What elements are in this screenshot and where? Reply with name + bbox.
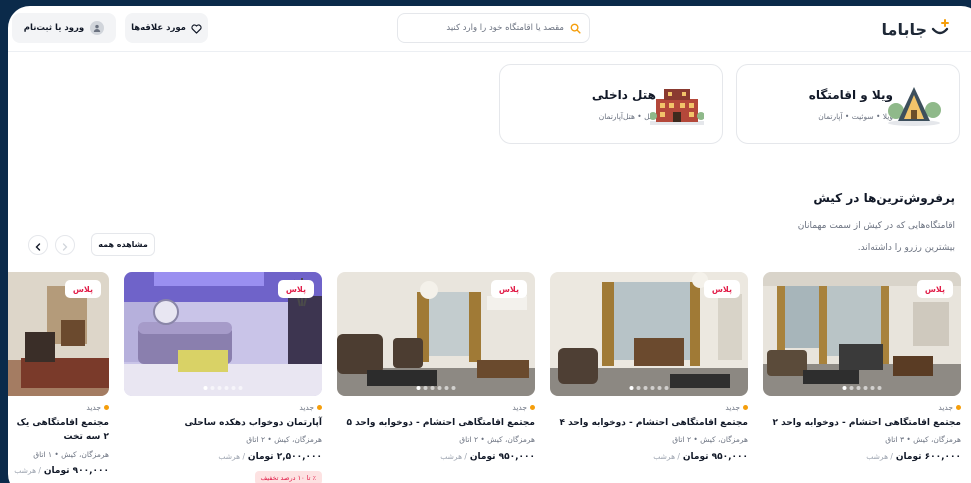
category-title: ویلا و اقامتگاه <box>808 88 893 102</box>
login-label: ورود یا ثبت‌نام <box>23 23 85 33</box>
photo-pagination[interactable] <box>842 386 882 390</box>
new-tag-label: جدید <box>725 403 740 412</box>
status-dot-icon <box>743 405 748 410</box>
listing-card[interactable]: پلاس جدید مجتمع اقامتگاهی احتشام - دوخوا… <box>337 272 535 483</box>
listing-price: ۶۰۰,۰۰۰ تومان / هرشب <box>866 452 961 462</box>
listing-location: هرمزگان، کیش • ۳ اتاق <box>885 435 961 444</box>
price-value: ۲,۵۰۰,۰۰۰ تومان <box>247 452 322 462</box>
photo-pagination[interactable] <box>629 386 669 390</box>
listing-location: هرمزگان، کیش • ۲ اتاق <box>672 435 748 444</box>
search-input[interactable]: مقصد یا اقامتگاه خود را وارد کنید <box>397 13 590 43</box>
category-card-hotel[interactable]: هتل داخلی هتل • هتل‌آپارتمان <box>499 64 723 144</box>
favorites-label: مورد علاقه‌ها <box>131 23 186 33</box>
listing-photo[interactable]: پلاس <box>763 272 961 396</box>
listing-title-line-2: ۲ سه تخت <box>63 432 109 442</box>
new-tag: جدید <box>938 403 961 412</box>
plus-badge: پلاس <box>490 280 527 298</box>
new-tag: جدید <box>86 403 109 412</box>
listing-title[interactable]: مجتمع اقامتگاهی احتشام - دوخوابه واحد ۴ <box>550 416 748 430</box>
plus-badge: پلاس <box>277 280 314 298</box>
logo[interactable]: جاباما <box>882 14 951 44</box>
status-dot-icon <box>104 405 109 410</box>
logo-text: جاباما <box>881 19 927 39</box>
price-value: ۶۰۰,۰۰۰ تومان <box>895 452 961 462</box>
discount-badge: ٪ تا ۱۰ درصد تخفیف <box>254 471 322 483</box>
category-subtitle: ویلا • سوئیت • آپارتمان <box>818 112 893 121</box>
new-tag-label: جدید <box>938 403 953 412</box>
heart-icon <box>191 19 202 38</box>
listing-title[interactable]: مجتمع اقامتگاهی احتشام - دوخوابه واحد ۵ <box>337 416 535 430</box>
new-tag: جدید <box>512 403 535 412</box>
listing-card[interactable]: پلاس جدید مجتمع اقامتگاهی احتشام - دوخوا… <box>763 272 961 483</box>
see-all-button[interactable]: مشاهده همه <box>91 233 155 256</box>
listing-title[interactable]: آپارتمان دوخواب دهکده ساحلی <box>124 416 322 430</box>
photo-pagination[interactable] <box>203 386 243 390</box>
listing-price: ۲,۵۰۰,۰۰۰ تومان / هرشب <box>218 452 322 462</box>
login-button[interactable]: ورود یا ثبت‌نام <box>12 13 116 43</box>
price-per: / هرشب <box>218 452 246 461</box>
search-placeholder: مقصد یا اقامتگاه خود را وارد کنید <box>446 23 564 33</box>
price-value: ۹۵۰,۰۰۰ تومان <box>682 452 748 462</box>
villa-icon <box>887 83 941 127</box>
carousel-next-button[interactable] <box>55 235 75 255</box>
section-description: اقامتگاه‌هایی که در کیش از سمت مهمانان ب… <box>797 221 955 253</box>
price-per: / هرشب <box>440 452 467 461</box>
header: جاباما مقصد یا اقامتگاه خود را وارد کنید… <box>8 6 971 52</box>
photo-pagination[interactable] <box>416 386 456 390</box>
listing-card[interactable]: پلاس جدید آپارتمان دوخواب دهکده ساحلی هر… <box>124 272 322 483</box>
price-per: / هرشب <box>866 452 893 461</box>
new-tag: جدید <box>725 403 748 412</box>
listing-photo[interactable]: پلاس <box>550 272 748 396</box>
carousel-prev-button[interactable] <box>28 235 48 255</box>
listing-price: ۹۵۰,۰۰۰ تومان / هرشب <box>653 452 748 462</box>
new-tag-label: جدید <box>86 403 101 412</box>
listing-price: ۹۰۰,۰۰۰ تومان / هرشب <box>14 466 109 476</box>
listing-location: هرمزگان، کیش • ۲ اتاق <box>246 435 322 444</box>
plus-badge: پلاس <box>703 280 740 298</box>
listing-title[interactable]: مجتمع اقامتگاهی احتشام - دوخوابه واحد ۲ <box>763 416 961 430</box>
listing-location: هرمزگان، کیش • ۲ اتاق <box>459 435 535 444</box>
favorites-button[interactable]: مورد علاقه‌ها <box>125 13 208 43</box>
chevron-left-icon <box>34 236 42 255</box>
plus-badge: پلاس <box>64 280 101 298</box>
hotel-icon <box>649 83 705 127</box>
listing-title-line-1: مجتمع اقامتگاهی یک <box>16 418 109 428</box>
category-subtitle: هتل • هتل‌آپارتمان <box>598 112 656 121</box>
listing-card[interactable]: پلاس جدید مجتمع اقامتگاهی یک ۲ سه تخت هرم… <box>8 272 109 483</box>
price-per: / هرشب <box>14 466 41 475</box>
listing-title[interactable]: مجتمع اقامتگاهی یک ۲ سه تخت <box>8 416 109 444</box>
user-icon <box>90 21 105 35</box>
status-dot-icon <box>530 405 535 410</box>
listing-card[interactable]: پلاس جدید مجتمع اقامتگاهی احتشام - دوخوا… <box>550 272 748 483</box>
search-icon <box>570 19 581 38</box>
status-dot-icon <box>956 405 961 410</box>
price-value: ۹۰۰,۰۰۰ تومان <box>43 466 109 476</box>
category-card-villa[interactable]: ویلا و اقامتگاه ویلا • سوئیت • آپارتمان <box>736 64 960 144</box>
new-tag-label: جدید <box>512 403 527 412</box>
page: جاباما مقصد یا اقامتگاه خود را وارد کنید… <box>8 6 971 483</box>
plus-badge: پلاس <box>916 280 953 298</box>
listing-price: ۹۵۰,۰۰۰ تومان / هرشب <box>440 452 535 462</box>
logo-smile-icon <box>929 18 951 40</box>
listing-photo[interactable]: پلاس <box>337 272 535 396</box>
category-title: هتل داخلی <box>591 88 656 102</box>
listing-photo[interactable]: پلاس <box>8 272 109 396</box>
new-tag-label: جدید <box>299 403 314 412</box>
new-tag: جدید <box>299 403 322 412</box>
listing-location: هرمزگان، کیش • ۱ اتاق <box>33 450 109 459</box>
chevron-right-icon <box>61 236 69 255</box>
price-per: / هرشب <box>653 452 680 461</box>
section-title: پرفروش‌ترین‌ها در کیش <box>813 191 955 205</box>
price-value: ۹۵۰,۰۰۰ تومان <box>469 452 535 462</box>
listing-photo[interactable]: پلاس <box>124 272 322 396</box>
status-dot-icon <box>317 405 322 410</box>
